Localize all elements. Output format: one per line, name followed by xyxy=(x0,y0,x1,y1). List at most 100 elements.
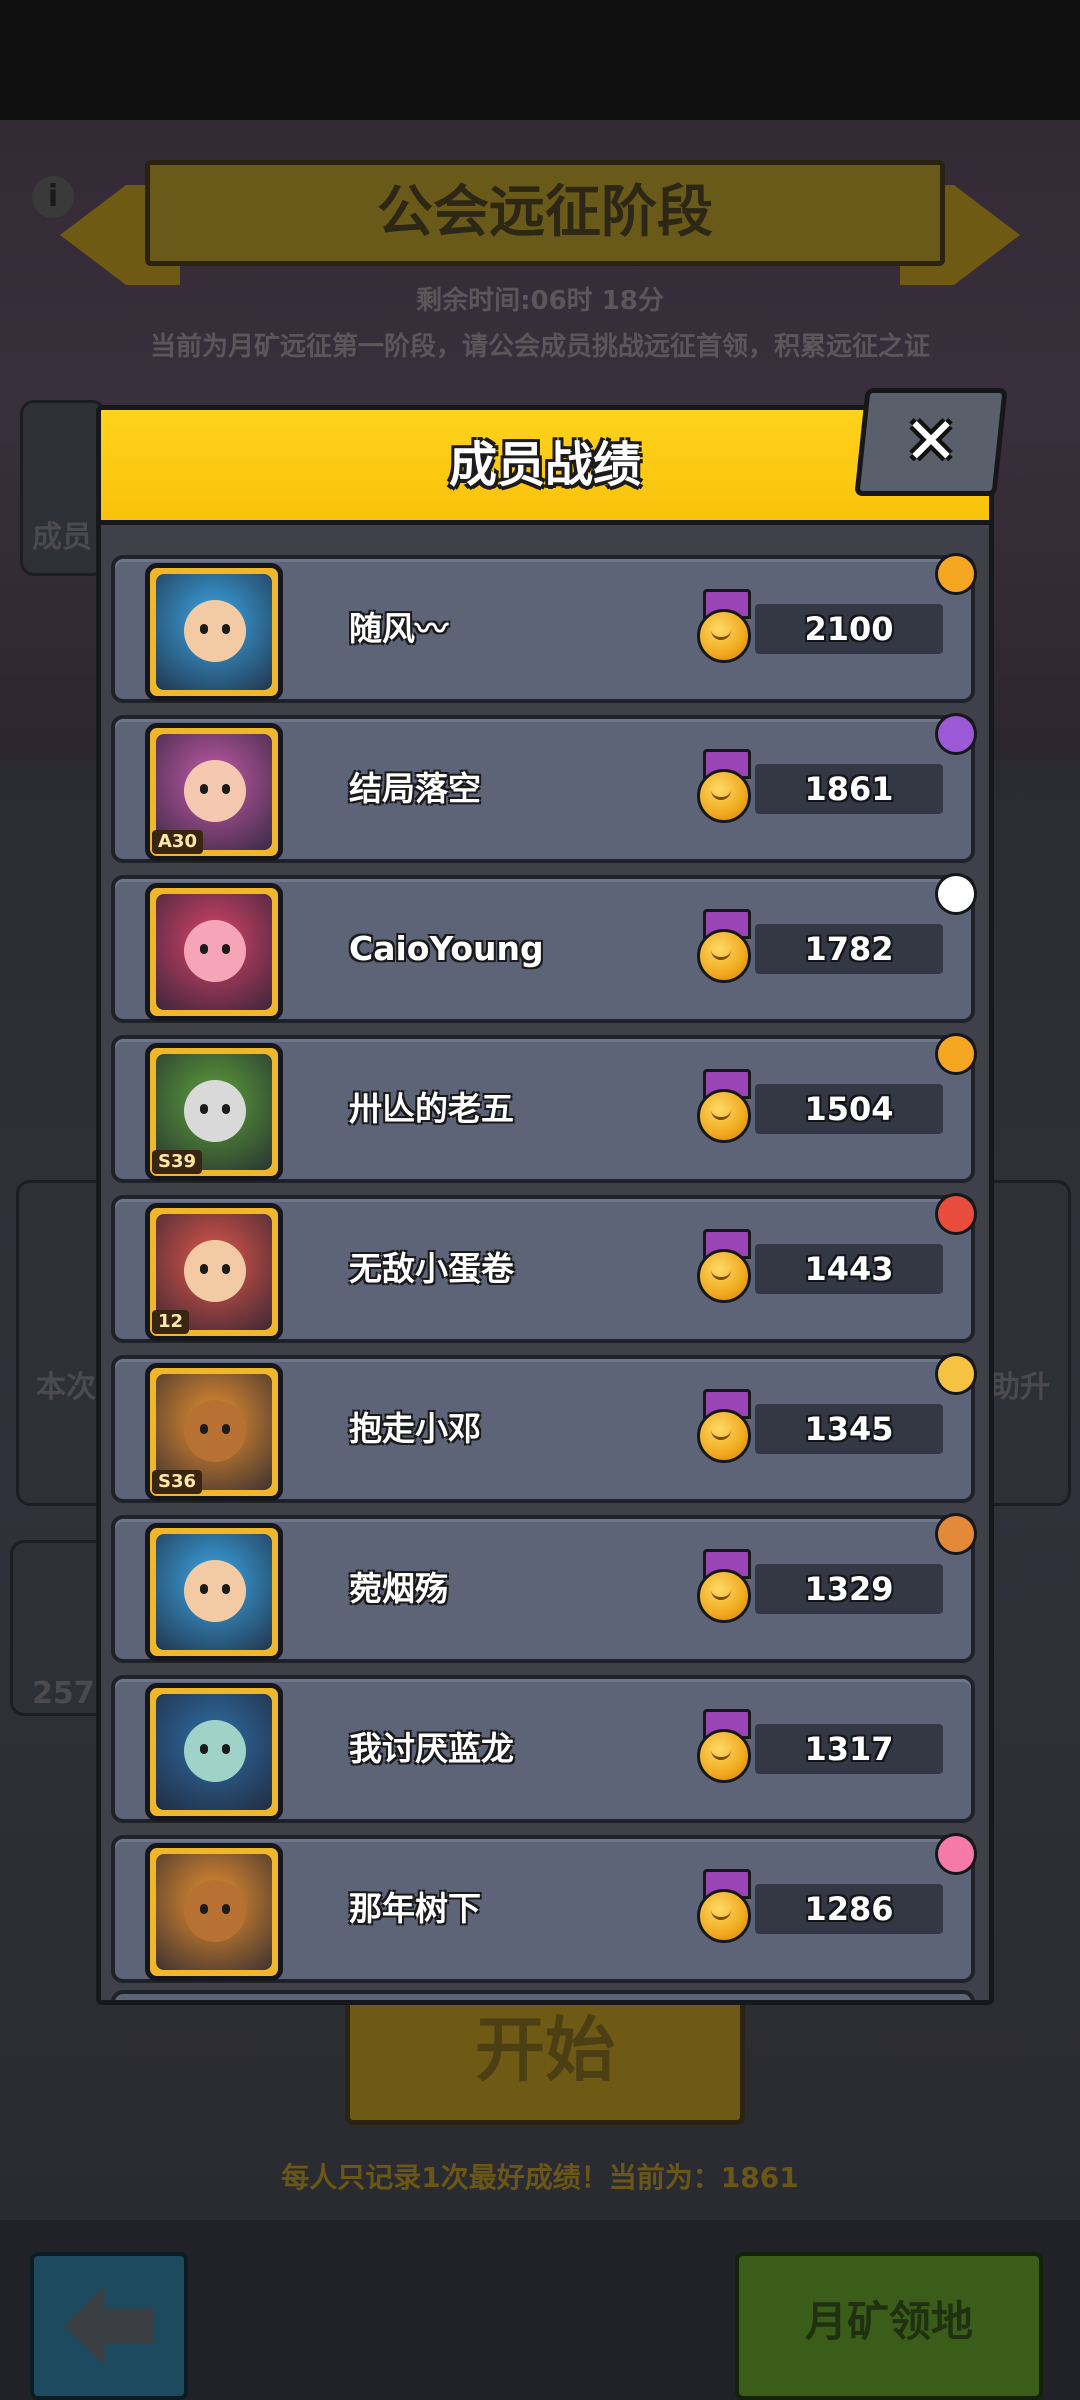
member-name: 结局落空 xyxy=(349,769,481,808)
member-row-partial xyxy=(111,1990,975,2000)
record-note: 每人只记录1次最好成绩！当前为：1861 xyxy=(281,2161,799,2194)
avatar-level-badge: S36 xyxy=(152,1470,203,1494)
score-bar: 1504 xyxy=(755,1084,943,1134)
modal-title: 成员战绩 xyxy=(448,437,641,493)
avatar-level-badge: A30 xyxy=(152,830,203,854)
avatar-eye xyxy=(222,944,230,954)
member-name: 菀烟殇 xyxy=(349,1569,448,1608)
member-row-3[interactable]: CaioYoung 1782 xyxy=(111,873,977,1023)
score-bar: 2100 xyxy=(755,604,943,654)
member-name: 抱走小邓 xyxy=(349,1409,481,1448)
avatar-face-icon xyxy=(184,1880,246,1942)
member-row-7[interactable]: 菀烟殇 1329 xyxy=(111,1513,977,1663)
avatar-emblem-icon xyxy=(935,1833,977,1875)
score-bar: 1286 xyxy=(755,1884,943,1934)
member-name: 无敌小蛋卷 xyxy=(349,1249,514,1288)
moon-mine-territory-button[interactable]: 月矿领地 xyxy=(735,2252,1043,2400)
avatar-eye xyxy=(200,624,208,634)
member-row-9[interactable]: 那年树下 1286 xyxy=(111,1833,977,1983)
member-row-1[interactable]: 随风〰 2100 xyxy=(111,553,977,703)
avatar-eye xyxy=(222,1264,230,1274)
member-avatar[interactable] xyxy=(145,1843,283,1981)
member-avatar[interactable] xyxy=(145,1683,283,1821)
status-bar xyxy=(0,0,1080,120)
avatar-eye xyxy=(222,1904,230,1914)
medal-icon xyxy=(697,1069,751,1143)
avatar-background xyxy=(156,1534,272,1650)
avatar-eye xyxy=(222,1424,230,1434)
member-score: 1317 xyxy=(804,1730,894,1768)
info-icon[interactable]: i xyxy=(32,176,74,218)
avatar-face-icon xyxy=(184,920,246,982)
avatar-eye xyxy=(200,1264,208,1274)
member-avatar[interactable]: A30 xyxy=(145,723,283,861)
avatar-emblem-icon xyxy=(935,713,977,755)
medal-icon xyxy=(697,1389,751,1463)
medal-icon xyxy=(697,749,751,823)
avatar-face-icon xyxy=(184,1720,246,1782)
member-avatar[interactable]: S36 xyxy=(145,1363,283,1501)
member-row-8[interactable]: 我讨厌蓝龙 1317 xyxy=(111,1675,975,1823)
member-score: 2100 xyxy=(804,610,894,648)
stage-title: 公会远征阶段 xyxy=(145,160,945,266)
close-button[interactable]: ✕ xyxy=(854,388,1008,496)
avatar-emblem-icon xyxy=(935,553,977,595)
member-row-6[interactable]: S36 抱走小邓 1345 xyxy=(111,1353,977,1503)
score-bar: 1443 xyxy=(755,1244,943,1294)
avatar-eye xyxy=(222,1584,230,1594)
avatar-face-icon xyxy=(184,1080,246,1142)
medal-icon xyxy=(697,1229,751,1303)
avatar-eye xyxy=(222,1744,230,1754)
score-bar: 1329 xyxy=(755,1564,943,1614)
avatar-emblem-icon xyxy=(935,1033,977,1075)
avatar-emblem-icon xyxy=(935,1193,977,1235)
score-bar: 1317 xyxy=(755,1724,943,1774)
modal-header: 成员战绩 xyxy=(101,410,989,525)
medal-icon xyxy=(697,1549,751,1623)
member-avatar[interactable] xyxy=(145,563,283,701)
start-button[interactable]: 开始 xyxy=(345,1985,745,2125)
side-counter: 257 xyxy=(32,1676,95,1711)
member-avatar[interactable] xyxy=(145,1523,283,1661)
avatar-level-badge: S39 xyxy=(152,1150,203,1174)
member-avatar[interactable]: S39 xyxy=(145,1043,283,1181)
member-name: 那年树下 xyxy=(349,1889,481,1928)
avatar-background xyxy=(156,1854,272,1970)
score-bar: 1861 xyxy=(755,764,943,814)
member-records-modal: 成员战绩 随风〰 2100 A30 结局落空 1861 CaioYoung 17… xyxy=(96,405,994,2005)
score-bar: 1345 xyxy=(755,1404,943,1454)
avatar-emblem-icon xyxy=(935,1513,977,1555)
avatar-eye xyxy=(222,784,230,794)
member-name: 随风〰 xyxy=(349,609,448,648)
back-arrow-icon xyxy=(64,2286,154,2366)
avatar-background xyxy=(156,894,272,1010)
avatar-face-icon xyxy=(184,1240,246,1302)
medal-icon xyxy=(697,1709,751,1783)
avatar-eye xyxy=(200,944,208,954)
avatar-eye xyxy=(222,624,230,634)
avatar-emblem-icon xyxy=(935,1353,977,1395)
remaining-time: 剩余时间:06时 18分 xyxy=(416,286,664,316)
member-row-2[interactable]: A30 结局落空 1861 xyxy=(111,713,977,863)
member-avatar[interactable] xyxy=(145,883,283,1021)
member-score: 1861 xyxy=(804,770,894,808)
avatar-background xyxy=(156,1694,272,1810)
member-name: CaioYoung xyxy=(349,929,544,968)
avatar-eye xyxy=(200,1424,208,1434)
back-button[interactable] xyxy=(30,2252,188,2400)
avatar-background xyxy=(156,574,272,690)
avatar-eye xyxy=(200,1904,208,1914)
avatar-face-icon xyxy=(184,760,246,822)
member-row-4[interactable]: S39 卅亾的老五 1504 xyxy=(111,1033,977,1183)
medal-icon xyxy=(697,909,751,983)
medal-icon xyxy=(697,1869,751,1943)
stage-description: 当前为月矿远征第一阶段，请公会成员挑战远征首领，积累远征之证 xyxy=(149,332,930,362)
score-bar: 1782 xyxy=(755,924,943,974)
member-score: 1286 xyxy=(804,1890,894,1928)
member-row-5[interactable]: 12 无敌小蛋卷 1443 xyxy=(111,1193,977,1343)
members-side-label: 成员 xyxy=(32,520,92,555)
member-avatar[interactable]: 12 xyxy=(145,1203,283,1341)
avatar-level-badge: 12 xyxy=(152,1310,190,1334)
member-score: 1329 xyxy=(804,1570,894,1608)
member-score: 1345 xyxy=(804,1410,894,1448)
